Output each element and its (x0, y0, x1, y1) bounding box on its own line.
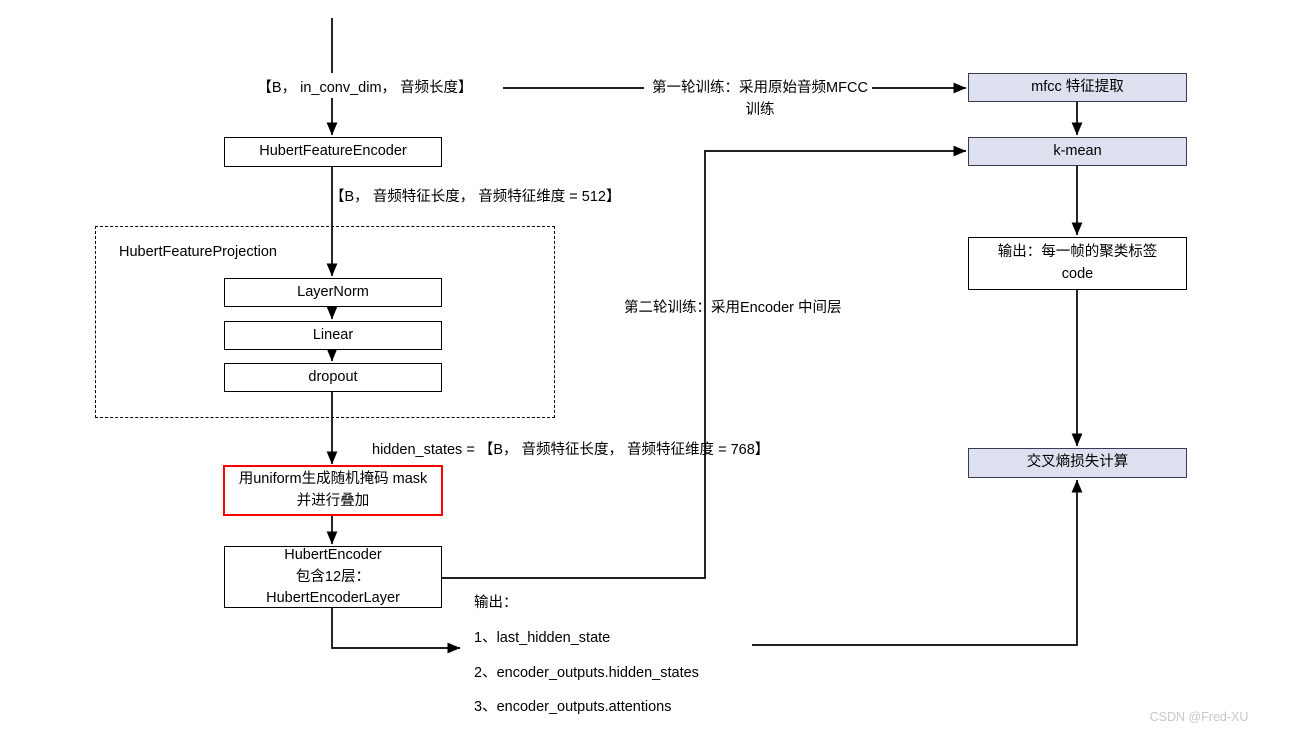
node-cluster-code-output[interactable]: 输出：每一帧的聚类标签 code (968, 237, 1187, 290)
node-linear[interactable]: Linear (224, 321, 442, 350)
label-round-one-training: 第一轮训练：采用原始音频MFCC 训练 (652, 80, 868, 118)
csdn-watermark: CSDN @Fred-XU (1149, 710, 1249, 724)
edge-encoder-to-outputs (331, 608, 461, 654)
label-input-shape: 【B， in_conv_dim， 音频长度】 (257, 80, 473, 96)
outputs-item-2: 2、encoder_outputs.hidden_states (474, 665, 699, 681)
node-linear-label: Linear (312, 326, 354, 343)
node-dropout[interactable]: dropout (224, 363, 442, 392)
node-kmean-label: k-mean (1053, 142, 1102, 159)
group-hubert-feature-projection-label: HubertFeatureProjection (119, 244, 277, 260)
node-dropout-label: dropout (308, 368, 358, 385)
node-random-mask[interactable]: 用uniform生成随机掩码 mask 并进行叠加 (223, 465, 443, 516)
node-random-mask-label: 用uniform生成随机掩码 mask 并进行叠加 (238, 471, 428, 509)
node-hubert-encoder-label: HubertEncoder 包含12层： HubertEncoderLayer (266, 547, 400, 606)
label-round-two-training: 第二轮训练：采用Encoder 中间层 (624, 300, 842, 316)
node-cluster-code-output-label: 输出：每一帧的聚类标签 code (997, 244, 1158, 282)
node-kmean[interactable]: k-mean (968, 137, 1187, 166)
label-hidden-states-shape: hidden_states = 【B， 音频特征长度， 音频特征维度 = 768… (372, 442, 770, 458)
node-cross-entropy-loss[interactable]: 交叉熵损失计算 (968, 448, 1187, 478)
node-hubert-feature-encoder[interactable]: HubertFeatureEncoder (224, 137, 442, 167)
node-hubert-encoder[interactable]: HubertEncoder 包含12层： HubertEncoderLayer (224, 546, 442, 608)
outputs-heading: 输出： (474, 595, 518, 611)
outputs-item-1: 1、last_hidden_state (474, 630, 611, 646)
diagram-canvas: HubertFeatureEncoder HubertFeatureProjec… (0, 0, 1299, 733)
node-layer-norm-label: LayerNorm (297, 283, 369, 300)
edge-outputs-to-cross-entropy (752, 479, 1083, 646)
node-mfcc-extraction[interactable]: mfcc 特征提取 (968, 73, 1187, 102)
node-layer-norm[interactable]: LayerNorm (224, 278, 442, 307)
label-encoder-output-shape: 【B， 音频特征长度， 音频特征维度 = 512】 (330, 189, 621, 205)
outputs-item-3: 3、encoder_outputs.attentions (474, 699, 672, 715)
node-hubert-feature-encoder-label: HubertFeatureEncoder (259, 143, 407, 160)
node-cross-entropy-loss-label: 交叉熵损失计算 (1026, 454, 1129, 471)
node-mfcc-extraction-label: mfcc 特征提取 (1031, 78, 1124, 95)
